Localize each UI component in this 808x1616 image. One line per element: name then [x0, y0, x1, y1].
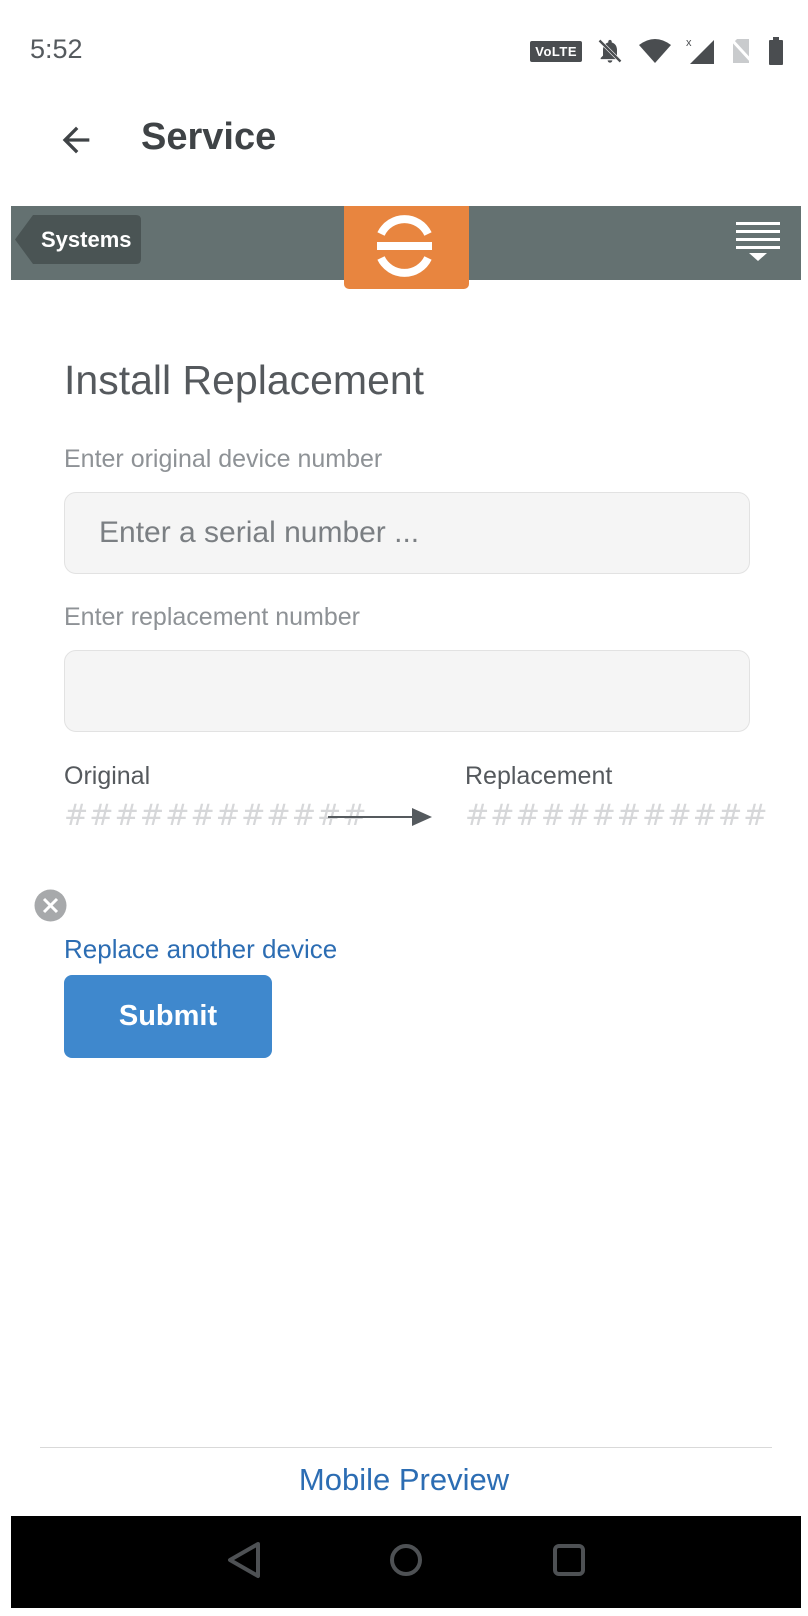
- notifications-off-icon: [598, 39, 622, 63]
- replacement-number-label: Enter replacement number: [64, 603, 360, 631]
- status-bar: 5:52 VoLTE x: [0, 0, 808, 100]
- replace-another-device-link[interactable]: Replace another device: [64, 934, 337, 965]
- original-number-label: Enter original device number: [64, 445, 383, 473]
- signal-icon: x: [686, 37, 714, 64]
- wifi-icon: [639, 39, 671, 63]
- arrow-right-icon: [328, 808, 432, 826]
- submit-button[interactable]: Submit: [64, 975, 272, 1058]
- status-time: 5:52: [30, 34, 83, 64]
- form-heading: Install Replacement: [64, 357, 425, 404]
- footer-divider: [40, 1447, 772, 1448]
- original-summary-value: ############: [64, 798, 368, 832]
- status-icons: VoLTE x: [530, 36, 784, 66]
- original-summary-label: Original: [64, 762, 151, 790]
- volte-icon: VoLTE: [530, 40, 582, 62]
- replacement-summary-value: ############: [465, 798, 769, 832]
- no-sim-icon: [730, 37, 754, 65]
- home-circle-icon[interactable]: [388, 1540, 424, 1580]
- enphase-logo-icon: [377, 215, 432, 277]
- original-serial-input[interactable]: [64, 492, 750, 574]
- battery-icon: [769, 37, 783, 65]
- close-circle-icon[interactable]: [34, 889, 67, 922]
- recents-square-icon[interactable]: [551, 1540, 587, 1580]
- replacement-summary-label: Replacement: [465, 762, 613, 790]
- arrow-left-icon[interactable]: [56, 120, 96, 160]
- logo-tab[interactable]: [344, 206, 469, 289]
- page-title: Service: [141, 116, 277, 158]
- systems-label: Systems: [41, 227, 132, 252]
- svg-text:x: x: [686, 37, 692, 49]
- app-bar: [0, 100, 808, 200]
- replacement-serial-input[interactable]: [64, 650, 750, 732]
- mobile-preview-label: Mobile Preview: [298, 1462, 510, 1497]
- hamburger-menu-icon[interactable]: [736, 220, 780, 262]
- back-triangle-icon[interactable]: [226, 1540, 262, 1580]
- systems-button[interactable]: Systems: [15, 215, 141, 264]
